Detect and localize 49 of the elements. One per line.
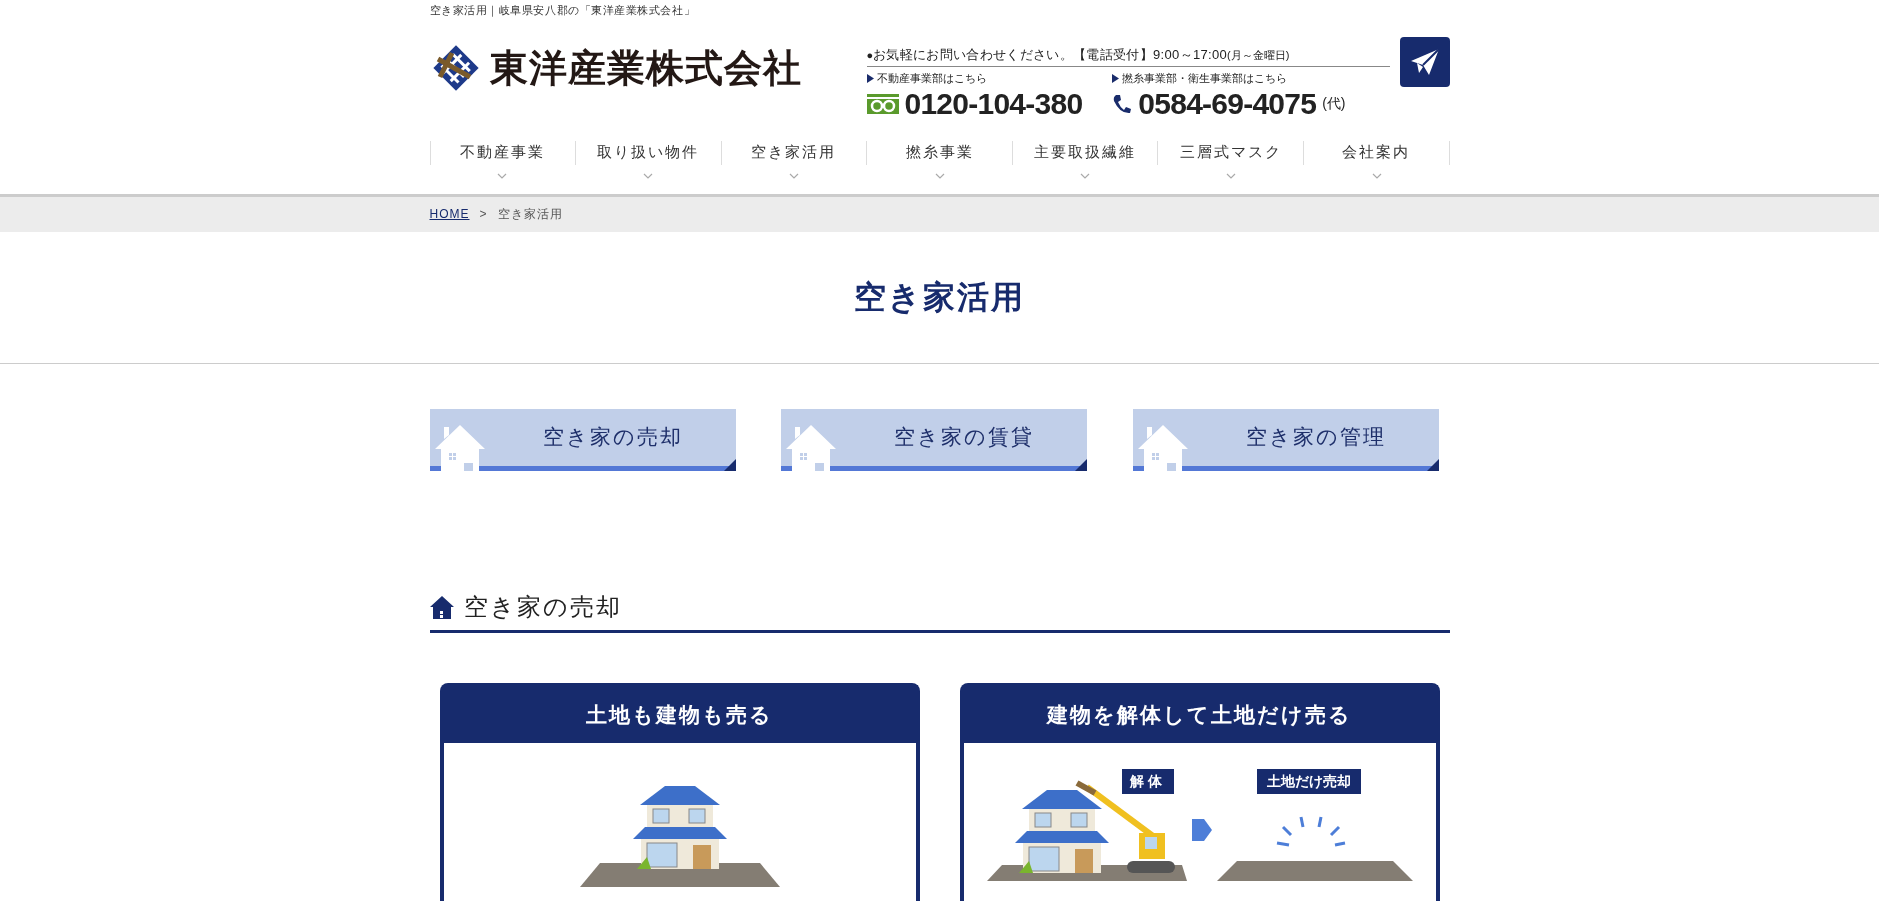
- chevron-down-icon: [1225, 172, 1236, 179]
- corner-mark-icon: [723, 458, 736, 471]
- phone-label: 撚糸事業部・衛生事業部はこちら: [1122, 71, 1288, 86]
- breadcrumb-separator: >: [479, 206, 488, 223]
- category-button[interactable]: 空き家の売却: [429, 408, 736, 471]
- corner-mark-icon: [1075, 458, 1087, 471]
- category-button[interactable]: 空き家の管理: [1132, 408, 1439, 471]
- phone-number[interactable]: 0120-104-380: [904, 85, 1083, 122]
- triangle-icon: [1112, 73, 1120, 83]
- nav-item[interactable]: 取り扱い物件: [575, 140, 721, 165]
- nav-item[interactable]: 不動産事業: [429, 140, 576, 165]
- section-title: 空き家の売却: [463, 591, 622, 622]
- callout-label: 解体: [1121, 768, 1174, 794]
- chevron-down-icon: [497, 172, 508, 179]
- breadcrumb-home-link[interactable]: HOME: [429, 205, 470, 223]
- free-dial-icon: [866, 93, 899, 114]
- chevron-down-icon: [788, 172, 799, 179]
- triangle-icon: [866, 73, 874, 83]
- chevron-down-icon: [934, 172, 945, 179]
- phone-suffix: (代): [1322, 94, 1346, 113]
- breadcrumb-current: 空き家活用: [497, 206, 563, 223]
- card-title: 土地も建物も売る: [586, 701, 773, 728]
- phone-icon: [1112, 92, 1133, 115]
- company-logo[interactable]: 東洋産業株式会社: [429, 42, 802, 93]
- phone-number[interactable]: 0584-69-4075: [1138, 85, 1317, 122]
- chevron-down-icon: [1371, 172, 1382, 179]
- mail-button[interactable]: [1399, 36, 1450, 87]
- nav-item[interactable]: 主要取扱繊維: [1011, 140, 1158, 165]
- house-icon: [786, 422, 836, 471]
- house-icon: [434, 422, 485, 471]
- nav-item[interactable]: 三層式マスク: [1157, 140, 1303, 165]
- corner-mark-icon: [1426, 458, 1439, 471]
- house-icon: [1137, 422, 1188, 471]
- callout-label: 土地だけ売却: [1256, 768, 1361, 794]
- nav-item[interactable]: 空き家活用: [720, 140, 867, 165]
- nav-item[interactable]: 会社案内: [1302, 140, 1449, 165]
- category-button[interactable]: 空き家の賃貸: [781, 408, 1087, 471]
- contact-days: (月～金曜日): [1227, 46, 1290, 63]
- chevron-down-icon: [1080, 172, 1091, 179]
- nav-item[interactable]: 撚糸事業: [866, 140, 1012, 165]
- contact-note: お気軽にお問い合わせください。【電話受付】9:00～17:00: [873, 45, 1228, 64]
- phone-label: 不動産事業部はこちら: [876, 71, 987, 86]
- tagline: 空き家活用｜岐阜県安八郡の「東洋産業株式会社」: [429, 3, 696, 19]
- card-title: 建物を解体して土地だけ売る: [1047, 701, 1352, 728]
- chevron-down-icon: [643, 172, 654, 179]
- bullet-icon: ●: [866, 46, 874, 63]
- paper-plane-icon: [1410, 48, 1439, 75]
- house-icon: [429, 594, 454, 619]
- page-title: 空き家活用: [854, 278, 1025, 317]
